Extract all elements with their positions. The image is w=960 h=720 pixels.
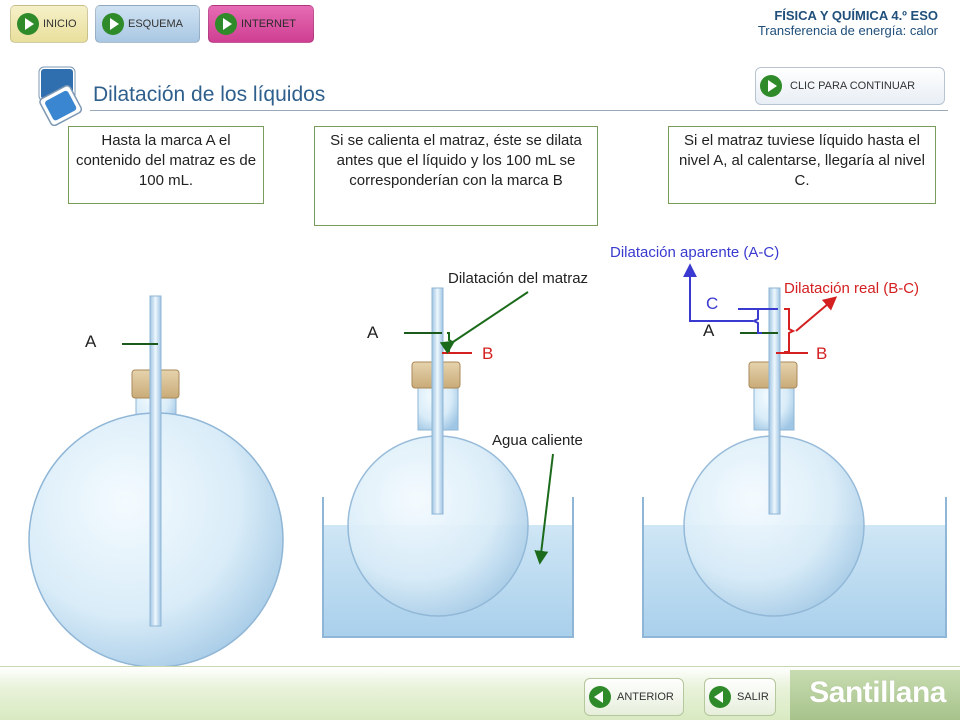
flask-1-mark-a-label: A: [85, 332, 97, 351]
course-subtitle: Transferencia de energía: calor: [757, 23, 938, 38]
flask-2-tube: [431, 287, 444, 515]
dilatation-diagram: A A B Dilatación del matraz Agua calient…: [28, 244, 947, 668]
anterior-label: ANTERIOR: [617, 691, 674, 703]
flask-2-bulb: [347, 435, 529, 617]
play-icon: [102, 13, 124, 35]
page-title: Dilatación de los líquidos: [93, 83, 326, 106]
beaker-3-water: [643, 525, 946, 637]
section-icon: [38, 66, 83, 126]
flask-2-stopper: [411, 361, 461, 389]
exit-arrow-icon: [709, 686, 731, 708]
beaker-2-water: [323, 525, 573, 637]
play-icon: [760, 75, 782, 97]
esquema-button[interactable]: ESQUEMA: [95, 5, 200, 43]
flask-1-bulb: [28, 412, 284, 668]
flask-3-dilatacion-aparente-label: Dilatación aparente (A-C): [610, 244, 779, 261]
flask-3-stopper: [748, 361, 798, 389]
flask-3-mark-c-label: C: [706, 294, 718, 313]
flask-1-stopper: [131, 369, 180, 399]
explanation-box-3: Si el matraz tuviese líquido hasta el ni…: [668, 126, 936, 204]
flask-1: [28, 295, 284, 668]
back-arrow-icon: [589, 686, 611, 708]
flask-3-tube: [768, 287, 781, 515]
course-header: FÍSICA Y QUÍMICA 4.º ESO Transferencia d…: [758, 8, 938, 38]
salir-label: SALIR: [737, 691, 769, 703]
flask-3-dilatacion-real-label: Dilatación real (B-C): [784, 280, 919, 297]
flask-2-mark-b-label: B: [482, 344, 493, 363]
santillana-logo[interactable]: Santillana: [809, 676, 946, 710]
inicio-label: INICIO: [43, 18, 77, 30]
continue-label: CLIC PARA CONTINUAR: [790, 80, 916, 92]
flask-2-mark-a-label: A: [367, 323, 379, 342]
flask-3-red-brace: [784, 308, 796, 353]
flask-2-brace: [447, 332, 454, 352]
esquema-label: ESQUEMA: [128, 18, 184, 30]
beaker-2: [322, 287, 574, 638]
flask-2-dilatacion-matraz-label: Dilatación del matraz: [448, 270, 588, 287]
anterior-button[interactable]: ANTERIOR: [584, 678, 684, 716]
inicio-button[interactable]: INICIO: [10, 5, 88, 43]
explanation-box-1: Hasta la marca A el contenido del matraz…: [68, 126, 264, 204]
flask-1-tube: [149, 295, 162, 627]
flask-3-mark-b-label: B: [816, 344, 827, 363]
title-divider: [90, 110, 948, 111]
flask-3-bulb: [683, 435, 865, 617]
course-title: FÍSICA Y QUÍMICA 4.º ESO: [774, 8, 938, 23]
beaker-3: [642, 263, 947, 638]
flask-2-agua-caliente-label: Agua caliente: [492, 432, 583, 449]
salir-button[interactable]: SALIR: [704, 678, 776, 716]
explanation-box-2: Si se calienta el matraz, éste se dilata…: [314, 126, 598, 226]
internet-label: INTERNET: [241, 18, 296, 30]
flask-3-mark-a-label: A: [703, 321, 715, 340]
continue-button[interactable]: CLIC PARA CONTINUAR: [755, 67, 945, 105]
internet-button[interactable]: INTERNET: [208, 5, 314, 43]
flask-3-blue-brace: [751, 308, 762, 334]
play-icon: [17, 13, 39, 35]
play-icon: [215, 13, 237, 35]
